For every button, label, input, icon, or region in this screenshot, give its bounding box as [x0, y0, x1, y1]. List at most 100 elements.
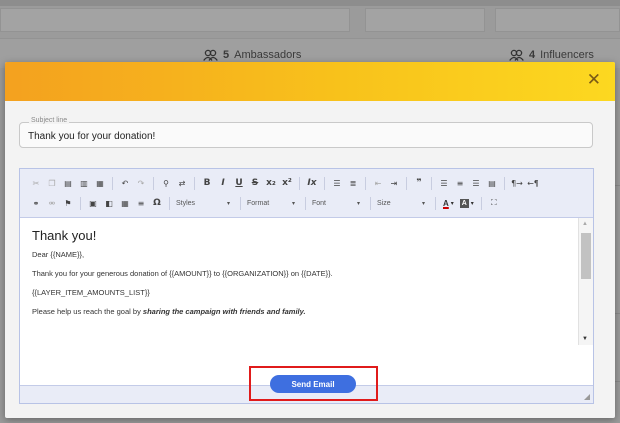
unlink-icon[interactable]: ⚮: [46, 196, 59, 210]
page-top-strip: [0, 0, 620, 6]
close-icon[interactable]: ✕: [587, 72, 601, 89]
format-dropdown[interactable]: Format ▾: [245, 196, 297, 210]
paste-word-icon[interactable]: ▦: [94, 176, 107, 190]
paste-icon[interactable]: ▤: [62, 176, 75, 190]
ambassadors-stat: 5 Ambassadors: [203, 49, 301, 61]
align-left-icon[interactable]: ☰: [438, 176, 451, 190]
toolbar-separator: [194, 176, 195, 190]
image-icon[interactable]: ▣: [87, 196, 100, 210]
remove-format-icon[interactable]: Ix: [306, 176, 319, 190]
influencers-count: 4: [529, 49, 536, 61]
outdent-icon[interactable]: ⇤: [372, 176, 385, 190]
chevron-down-icon: ▾: [421, 200, 425, 207]
blockquote-icon[interactable]: ❞: [413, 176, 426, 190]
background-card: [365, 8, 485, 32]
toolbar-separator: [435, 196, 436, 210]
email-heading: Thank you!: [32, 228, 97, 243]
scroll-down-icon[interactable]: ▼: [582, 336, 588, 342]
strike-icon[interactable]: S: [249, 176, 262, 190]
copy-icon[interactable]: ❐: [46, 176, 59, 190]
replace-icon[interactable]: ⇄: [176, 176, 189, 190]
bulleted-list-icon[interactable]: ≣: [347, 176, 360, 190]
influencers-stat: 4 Influencers: [509, 49, 594, 61]
indent-icon[interactable]: ⇥: [388, 176, 401, 190]
send-button-highlight: Send Email: [249, 366, 378, 401]
modal-header: ✕: [5, 62, 615, 101]
editor-scrollbar[interactable]: ▲ ▼: [578, 218, 593, 345]
subject-field: Subject line: [19, 117, 593, 148]
align-right-icon[interactable]: ☰: [470, 176, 483, 190]
text-color-button[interactable]: A ▾: [443, 199, 454, 208]
align-center-icon[interactable]: ≡: [454, 176, 467, 190]
cut-icon[interactable]: ✂: [30, 176, 43, 190]
chevron-down-icon: ▾: [291, 200, 295, 207]
format-dropdown-label: Format: [247, 199, 270, 207]
toolbar-separator: [365, 176, 366, 190]
toolbar-separator: [112, 176, 113, 190]
resize-grip-icon[interactable]: [584, 394, 590, 400]
email-body-line: {{LAYER_ITEM_AMOUNTS_LIST}}: [32, 288, 150, 297]
rtl-icon[interactable]: ←¶: [527, 176, 540, 190]
scrollbar-thumb[interactable]: [581, 233, 591, 279]
chevron-down-icon: ▾: [450, 200, 454, 207]
superscript-icon[interactable]: x²: [281, 176, 294, 190]
background-card: [495, 8, 620, 32]
toolbar-separator: [431, 176, 432, 190]
email-body-line: Thank you for your generous donation of …: [32, 269, 333, 278]
ltr-icon[interactable]: ¶→: [511, 176, 524, 190]
horizontal-line-icon[interactable]: ≡: [135, 196, 148, 210]
email-text: Please help us reach the goal by: [32, 307, 143, 316]
toolbar-separator: [240, 196, 241, 210]
anchor-flag-icon[interactable]: ⚑: [62, 196, 75, 210]
people-icon: [203, 49, 218, 61]
ambassadors-label: Ambassadors: [234, 49, 302, 61]
send-email-button[interactable]: Send Email: [270, 375, 356, 393]
toolbar-separator: [153, 176, 154, 190]
bold-icon[interactable]: B: [201, 176, 214, 190]
toolbar-separator: [169, 196, 170, 210]
align-justify-icon[interactable]: ▤: [486, 176, 499, 190]
toolbar-separator: [370, 196, 371, 210]
editor-content[interactable]: Thank you! Dear {{NAME}}, Thank you for …: [20, 218, 578, 345]
size-dropdown-label: Size: [377, 199, 391, 207]
toolbar-separator: [80, 196, 81, 210]
styles-dropdown[interactable]: Styles ▾: [174, 196, 232, 210]
toolbar-separator: [504, 176, 505, 190]
toolbar-row-1: ✂ ❐ ▤ ▥ ▦ ↶ ↷ ⚲ ⇄ B I U S x₂ x² Ix ☰ ≣ ⇤…: [28, 173, 585, 193]
ambassadors-count: 5: [223, 49, 230, 61]
text-color-icon: A: [443, 198, 449, 208]
toolbar-separator: [299, 176, 300, 190]
link-icon[interactable]: ⚭: [30, 196, 43, 210]
flash-icon[interactable]: ◧: [103, 196, 116, 210]
background-card: [0, 8, 350, 32]
special-char-icon[interactable]: Ω: [151, 196, 164, 210]
send-email-modal: ✕ Subject line ✂ ❐ ▤ ▥ ▦ ↶ ↷ ⚲ ⇄ B I U: [5, 62, 615, 418]
toolbar-separator: [324, 176, 325, 190]
chevron-down-icon: ▾: [470, 200, 474, 207]
email-emphasis: sharing the campaign with friends and fa…: [142, 307, 306, 316]
size-dropdown[interactable]: Size ▾: [375, 196, 427, 210]
people-icon: [509, 49, 524, 61]
subscript-icon[interactable]: x₂: [265, 176, 278, 190]
numbered-list-icon[interactable]: ☰: [331, 176, 344, 190]
underline-icon[interactable]: U: [233, 176, 246, 190]
scroll-up-icon[interactable]: ▲: [582, 221, 588, 227]
influencers-label: Influencers: [540, 49, 594, 61]
background-color-icon: A: [459, 198, 469, 208]
toolbar-separator: [480, 196, 482, 210]
background-color-button[interactable]: A ▾: [459, 198, 474, 208]
italic-icon[interactable]: I: [217, 176, 230, 190]
chevron-down-icon: ▾: [356, 200, 360, 207]
paste-text-icon[interactable]: ▥: [78, 176, 91, 190]
table-icon[interactable]: ▦: [119, 196, 132, 210]
styles-dropdown-label: Styles: [176, 199, 196, 207]
email-body-line: Please help us reach the goal by sharing…: [32, 307, 566, 316]
undo-icon[interactable]: ↶: [119, 176, 132, 190]
subject-input[interactable]: [28, 128, 583, 144]
font-dropdown[interactable]: Font ▾: [310, 196, 362, 210]
font-dropdown-label: Font: [312, 199, 327, 207]
find-icon[interactable]: ⚲: [160, 176, 173, 190]
toolbar-separator: [406, 176, 407, 190]
maximize-icon[interactable]: ⛶: [487, 196, 500, 210]
redo-icon[interactable]: ↷: [135, 176, 148, 190]
